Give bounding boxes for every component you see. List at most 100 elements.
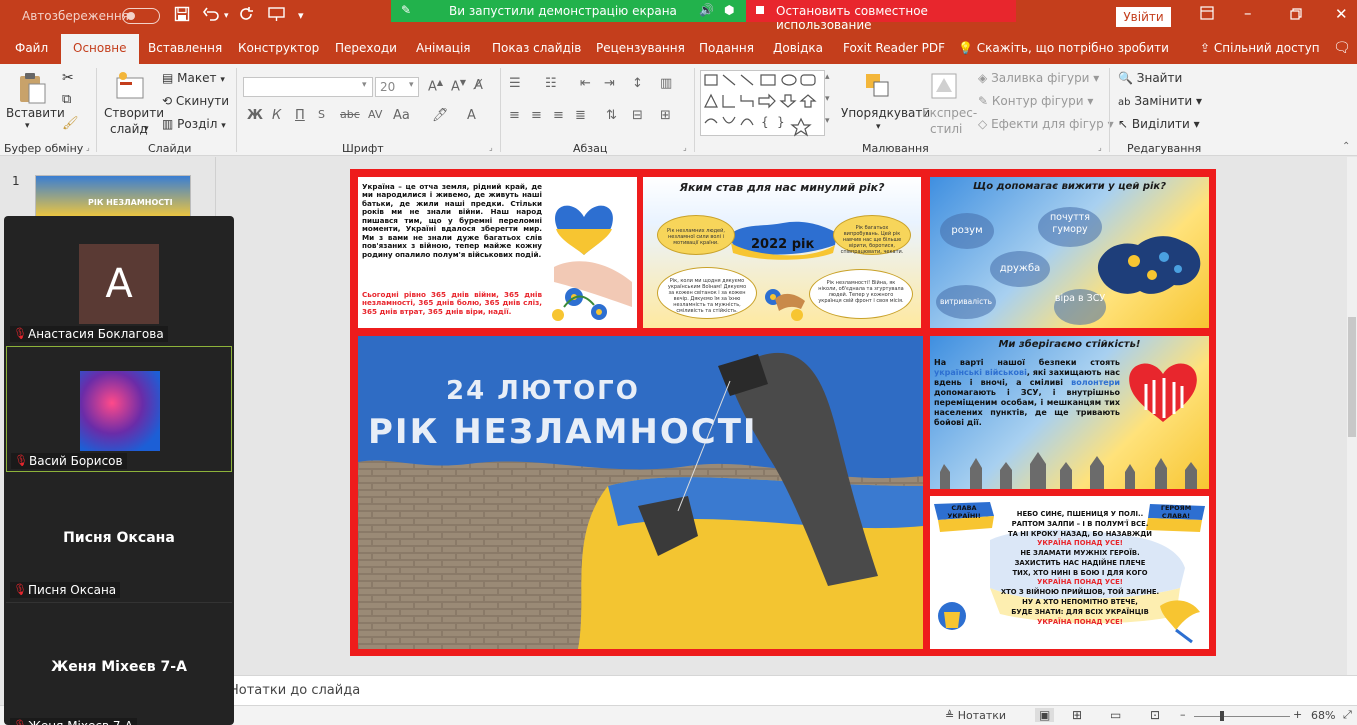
undo-icon[interactable] xyxy=(203,6,221,26)
normal-view-icon[interactable]: ▣ xyxy=(1035,708,1055,722)
tab-slideshow[interactable]: Показ слайдів xyxy=(492,41,581,55)
clear-formatting-icon[interactable]: A̸ xyxy=(474,78,483,93)
layout-button[interactable]: ▤ Макет ▾ xyxy=(162,71,225,85)
reset-button[interactable]: ⟲ Скинути xyxy=(162,94,229,108)
text-direction-icon[interactable]: ⇅ xyxy=(606,108,617,123)
slide-panel-resilience[interactable]: Ми зберігаємо стійкість! На варті нашої … xyxy=(930,336,1209,489)
participant-tile[interactable]: Писня Оксана 🎙 Писня Оксана xyxy=(6,474,232,600)
notes-toggle-button[interactable]: ≜ Нотатки xyxy=(945,709,1006,722)
minimize-icon[interactable]: – xyxy=(1244,4,1252,22)
shape-fill-button[interactable]: ◈ Заливка фігури ▾ xyxy=(978,71,1099,85)
align-center-icon[interactable]: ≡ xyxy=(531,108,542,123)
zoom-out-icon[interactable]: – xyxy=(1180,708,1186,721)
arrange-button[interactable]: Упорядкувати xyxy=(841,106,930,120)
scrollbar-thumb[interactable] xyxy=(1348,317,1356,437)
justify-icon[interactable]: ≣ xyxy=(575,108,586,123)
font-name-dropdown-icon[interactable]: ▾ xyxy=(362,80,367,90)
drawing-launcher-icon[interactable]: ⌟ xyxy=(1098,143,1102,152)
customize-toolbar-icon[interactable]: ▾ xyxy=(298,9,304,22)
slide-panel-survival[interactable]: Що допомагає вижити у цей рік? розум поч… xyxy=(930,177,1209,328)
ribbon-display-options-icon[interactable] xyxy=(1200,6,1214,24)
maximize-icon[interactable] xyxy=(1290,6,1302,24)
section-button[interactable]: ▥ Розділ ▾ xyxy=(162,117,226,131)
tab-transitions[interactable]: Переходи xyxy=(335,41,397,55)
reading-view-icon[interactable]: ▭ xyxy=(1110,708,1121,722)
grow-font-icon[interactable]: A▲ xyxy=(428,78,443,94)
autosave-toggle[interactable] xyxy=(122,8,160,24)
quick-styles-icon[interactable] xyxy=(930,72,960,104)
fit-to-window-icon[interactable]: ⤢ xyxy=(1343,708,1352,722)
vertical-scrollbar[interactable] xyxy=(1347,157,1357,675)
replace-button[interactable]: ab Замінити ▾ xyxy=(1118,94,1202,108)
pin-icon[interactable]: ✎ xyxy=(401,3,411,17)
font-size-dropdown-icon[interactable]: ▾ xyxy=(409,80,414,90)
format-painter-icon[interactable]: 🖌 xyxy=(62,116,79,131)
slide-sorter-icon[interactable]: ⊞ xyxy=(1072,708,1082,722)
sign-in-button[interactable]: Увійти xyxy=(1116,7,1171,27)
shapes-more-icon[interactable]: ▾ xyxy=(825,116,830,126)
paragraph-launcher-icon[interactable]: ⌟ xyxy=(683,143,687,152)
slide-panel-intro[interactable]: Україна – це отча земля, рідний край, де… xyxy=(358,177,637,328)
close-icon[interactable]: ✕ xyxy=(1335,5,1348,23)
tab-file[interactable]: Файл xyxy=(15,41,48,55)
clipboard-launcher-icon[interactable]: ⌟ xyxy=(86,143,90,152)
new-slide-label-1[interactable]: Створити xyxy=(104,106,164,120)
strikethrough-icon[interactable]: abc xyxy=(340,108,360,121)
arrange-icon[interactable] xyxy=(864,72,894,104)
save-icon[interactable] xyxy=(174,6,190,26)
decrease-indent-icon[interactable]: ⇤ xyxy=(580,76,591,91)
quick-styles-label-2[interactable]: стилі xyxy=(930,122,962,136)
new-slide-icon[interactable] xyxy=(115,70,145,102)
increase-indent-icon[interactable]: ⇥ xyxy=(604,76,615,91)
tab-design[interactable]: Конструктор xyxy=(238,41,319,55)
shape-effects-button[interactable]: ◇ Ефекти для фігур ▾ xyxy=(978,117,1114,131)
align-left-icon[interactable]: ≡ xyxy=(509,108,520,123)
font-color-icon[interactable]: A xyxy=(467,108,476,123)
line-spacing-icon[interactable]: ↕ xyxy=(632,76,643,91)
redo-icon[interactable] xyxy=(238,6,254,26)
align-text-icon[interactable]: ⊟ xyxy=(632,108,643,123)
arrange-dropdown-icon[interactable]: ▾ xyxy=(876,122,881,132)
zoom-slider-thumb[interactable] xyxy=(1220,711,1224,721)
shapes-scroll-up-icon[interactable]: ▴ xyxy=(825,72,830,82)
share-button[interactable]: ⇪ Спільний доступ xyxy=(1200,41,1320,55)
underline-icon[interactable]: П xyxy=(295,108,305,123)
cut-icon[interactable]: ✂ xyxy=(62,70,74,86)
paste-button[interactable]: Вставити xyxy=(6,106,65,120)
slide-panel-main[interactable]: 24 ЛЮТОГО РІК НЕЗЛАМНОСТІ xyxy=(358,336,923,649)
align-right-icon[interactable]: ≡ xyxy=(553,108,564,123)
undo-dropdown-icon[interactable]: ▾ xyxy=(224,11,229,21)
paste-dropdown-icon[interactable]: ▾ xyxy=(25,121,30,131)
participant-tile[interactable]: А 🎙 Анастасия Боклагова xyxy=(6,218,232,344)
italic-icon[interactable]: К xyxy=(272,108,281,123)
collapse-ribbon-icon[interactable]: ⌃ xyxy=(1342,141,1350,152)
notes-pane[interactable]: Нотатки до слайда xyxy=(217,675,1357,705)
numbering-icon[interactable]: ☷ xyxy=(545,76,557,91)
highlight-icon[interactable]: 🖊 xyxy=(432,108,449,123)
tab-home[interactable]: Основне xyxy=(61,34,139,64)
columns-icon[interactable]: ▥ xyxy=(660,76,672,91)
start-slideshow-icon[interactable] xyxy=(268,6,286,26)
zoom-level[interactable]: 68% xyxy=(1311,709,1335,722)
bullets-icon[interactable]: ☰ xyxy=(509,76,521,91)
tab-help[interactable]: Довідка xyxy=(773,41,823,55)
font-launcher-icon[interactable]: ⌟ xyxy=(489,143,493,152)
smartart-icon[interactable]: ⊞ xyxy=(660,108,671,123)
shrink-font-icon[interactable]: A▼ xyxy=(451,78,466,94)
bold-icon[interactable]: Ж xyxy=(247,108,263,123)
slide[interactable]: Україна – це отча земля, рідний край, де… xyxy=(350,169,1216,656)
new-slide-dropdown-icon[interactable]: ▾ xyxy=(144,124,149,134)
paste-icon[interactable] xyxy=(17,72,47,104)
tab-animations[interactable]: Анімація xyxy=(416,41,471,55)
select-button[interactable]: ↖ Виділити ▾ xyxy=(1118,117,1200,131)
comments-icon[interactable]: 🗨 xyxy=(1333,40,1351,56)
char-spacing-icon[interactable]: AV xyxy=(368,108,382,121)
tell-me-search[interactable]: 💡 Скажіть, що потрібно зробити xyxy=(958,41,1169,55)
tab-insert[interactable]: Вставлення xyxy=(148,41,222,55)
zoom-in-icon[interactable]: + xyxy=(1293,708,1302,721)
zoom-slider[interactable] xyxy=(1194,716,1290,717)
tab-foxit[interactable]: Foxit Reader PDF xyxy=(843,41,945,55)
shadow-icon[interactable]: S xyxy=(318,108,325,121)
change-case-icon[interactable]: Aa xyxy=(393,108,410,123)
copy-icon[interactable]: ⧉ xyxy=(62,92,71,107)
